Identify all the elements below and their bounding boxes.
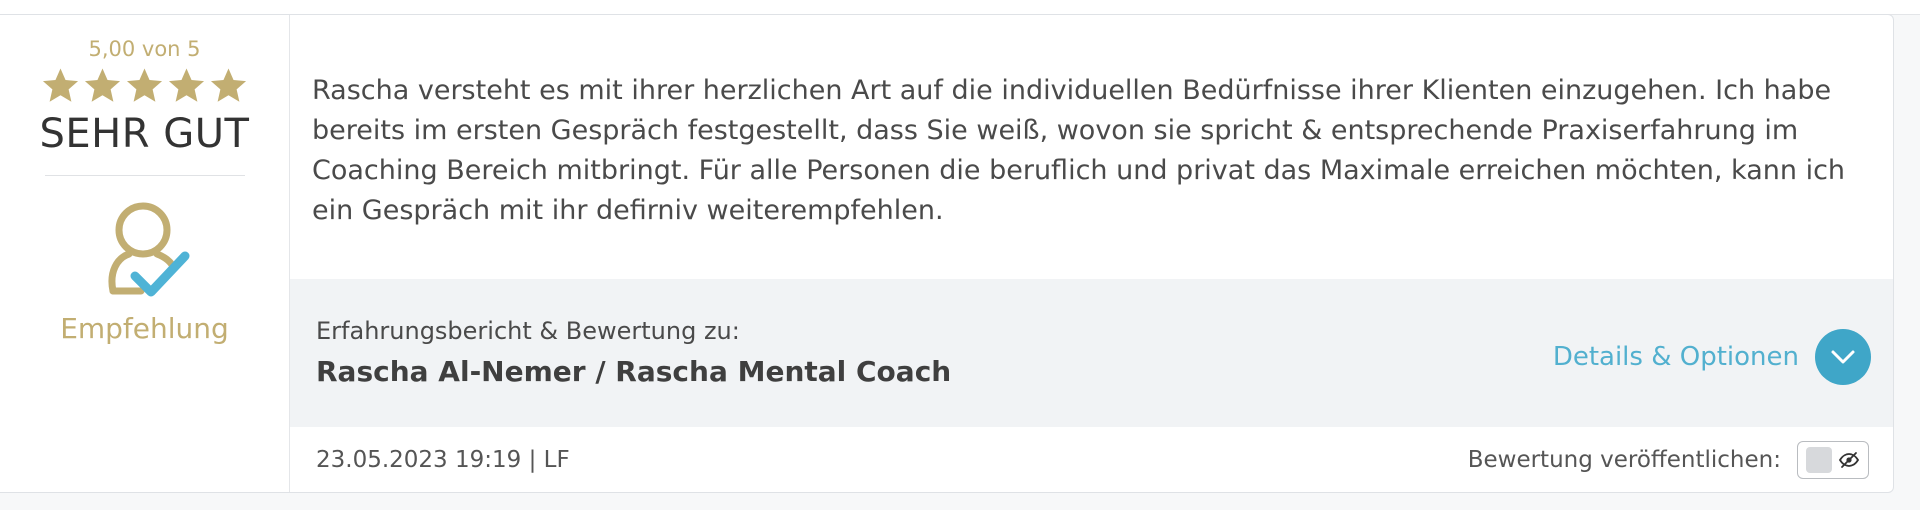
star-icon [167, 66, 206, 105]
star-icon [41, 66, 80, 105]
details-options-label[interactable]: Details & Optionen [1553, 342, 1799, 372]
divider [44, 175, 245, 176]
subject-section: Erfahrungsbericht & Bewertung zu: Rascha… [290, 279, 1893, 427]
top-strip [0, 0, 1920, 15]
rating-panel: 5,00 von 5 SEHR GUT Empfehlung [0, 15, 290, 492]
star-icon [209, 66, 248, 105]
details-toggle-button[interactable] [1815, 329, 1871, 385]
details-options-button[interactable]: Details & Optionen [1553, 329, 1871, 385]
eye-slash-icon [1838, 451, 1860, 469]
review-content: Rascha versteht es mit ihrer herzlichen … [290, 15, 1893, 492]
rating-grade: SEHR GUT [39, 111, 250, 157]
publish-control: Bewertung veröffentlichen: [1467, 440, 1869, 479]
review-card: 5,00 von 5 SEHR GUT Empfehlung Rascha ve… [0, 14, 1894, 493]
review-text: Rascha versteht es mit ihrer herzlichen … [312, 75, 1846, 226]
chevron-down-icon [1831, 350, 1855, 364]
rating-score: 5,00 von 5 [88, 37, 201, 61]
publish-label: Bewertung veröffentlichen: [1467, 446, 1781, 473]
publish-toggle[interactable] [1797, 440, 1869, 479]
review-footer: 23.05.2023 19:19 | LF Bewertung veröffen… [290, 427, 1893, 492]
star-rating [41, 66, 248, 105]
user-check-icon [95, 196, 195, 306]
recommendation-label: Empfehlung [60, 312, 229, 345]
star-icon [83, 66, 122, 105]
review-meta: 23.05.2023 19:19 | LF [316, 446, 570, 473]
star-icon [125, 66, 164, 105]
toggle-knob [1806, 446, 1832, 473]
